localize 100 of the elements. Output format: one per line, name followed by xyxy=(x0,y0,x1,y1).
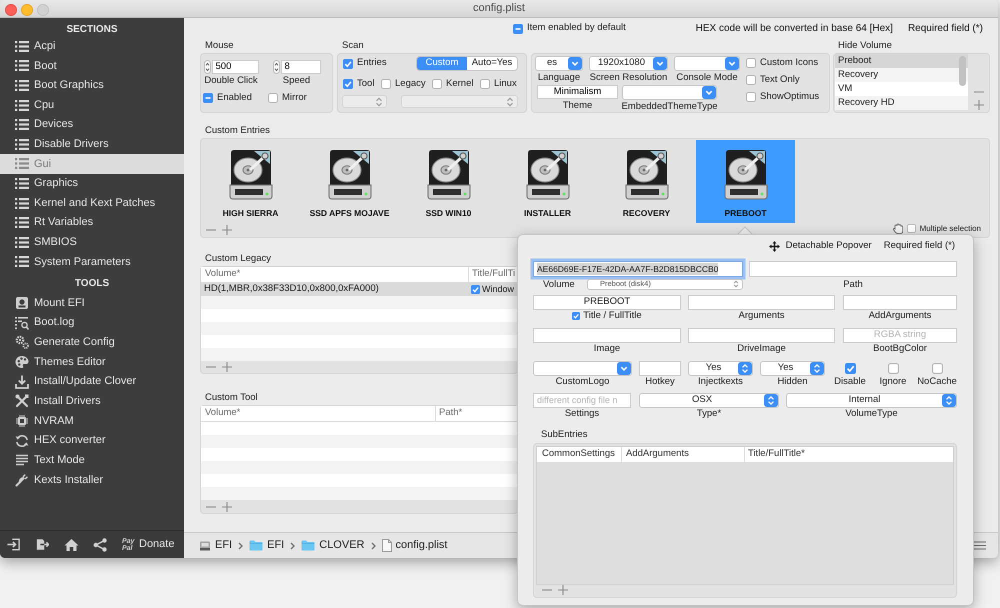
field-label: Double Click xyxy=(204,75,258,86)
sidebar-item[interactable]: Devices xyxy=(0,114,184,134)
sidebar-item[interactable]: HEX converter xyxy=(0,430,184,450)
text-field[interactable] xyxy=(749,261,957,277)
sidebar-item[interactable]: Boot xyxy=(0,56,184,76)
sidebar-item[interactable]: Graphics xyxy=(0,174,184,194)
text-field[interactable]: 8 xyxy=(280,60,320,74)
checkbox[interactable] xyxy=(746,58,756,68)
text-field[interactable]: 500 xyxy=(212,60,258,74)
dropdown[interactable]: OSX xyxy=(639,393,779,408)
list-icon xyxy=(15,80,29,91)
checkbox[interactable] xyxy=(844,363,856,374)
drive-tile[interactable]: HIGH SIERRA xyxy=(201,140,300,223)
sidebar-item[interactable]: Acpi xyxy=(0,36,184,56)
plus-icon[interactable] xyxy=(222,362,232,372)
import-icon[interactable] xyxy=(7,538,20,551)
sidebar-item[interactable]: Disable Drivers xyxy=(0,134,184,154)
dropdown[interactable]: es xyxy=(535,56,583,71)
scrollbar[interactable] xyxy=(959,56,966,86)
drive-tile[interactable]: SSD WIN10 xyxy=(399,140,498,223)
dropdown[interactable] xyxy=(533,361,632,376)
share-icon[interactable] xyxy=(93,538,107,552)
path-item[interactable]: EFI xyxy=(249,537,284,554)
path-item[interactable]: CLOVER xyxy=(301,537,364,554)
checkbox[interactable] xyxy=(203,93,213,104)
checkbox[interactable] xyxy=(471,285,480,294)
drive-tile[interactable]: RECOVERY xyxy=(597,140,696,223)
dropdown[interactable]: Yes xyxy=(760,361,825,376)
dropdown[interactable]: Internal xyxy=(786,393,957,408)
hard-drive-icon xyxy=(326,147,372,200)
plus-icon[interactable] xyxy=(222,225,232,235)
popover-text: Detachable Popover xyxy=(786,239,872,254)
sidebar-item[interactable]: Themes Editor xyxy=(0,352,184,372)
dropdown[interactable] xyxy=(674,56,740,71)
plus-icon[interactable] xyxy=(222,502,232,512)
drive-tile[interactable]: SSD APFS MOJAVE xyxy=(300,140,399,223)
path-item[interactable]: config.plist xyxy=(382,537,448,554)
sidebar-item[interactable]: Cpu xyxy=(0,95,184,115)
sidebar-item[interactable]: Boot.log xyxy=(0,312,184,332)
text-field[interactable]: PREBOOT xyxy=(533,295,681,310)
text-field[interactable]: Minimalism xyxy=(537,85,618,99)
sidebar-item[interactable]: Kexts Installer xyxy=(0,470,184,490)
sidebar-item[interactable]: Generate Config xyxy=(0,332,184,352)
checkbox[interactable] xyxy=(906,224,916,233)
checkbox[interactable] xyxy=(746,75,756,85)
text-field[interactable] xyxy=(639,361,681,376)
dropdown[interactable]: Yes xyxy=(688,361,753,376)
menu-lines-icon[interactable] xyxy=(974,541,986,550)
list-item[interactable]: Recovery HD xyxy=(835,96,968,110)
sidebar-item[interactable]: Boot Graphics xyxy=(0,76,184,96)
plus-icon[interactable] xyxy=(558,585,568,595)
sidebar-item[interactable]: Install Drivers xyxy=(0,391,184,412)
dropdown[interactable]: 1920x1080 xyxy=(589,56,668,71)
move-icon[interactable] xyxy=(768,241,780,252)
minimize-icon[interactable] xyxy=(21,4,33,16)
dropdown[interactable] xyxy=(622,85,717,100)
table-row[interactable]: HD(1,MBR,0x38F33D10,0x800,0xFA000) Window xyxy=(201,283,517,296)
checkbox[interactable] xyxy=(268,93,278,104)
checkbox[interactable] xyxy=(343,79,353,90)
text-field[interactable]: AE66D69E-F17E-42DA-AA7F-B2D815DBCCB0 xyxy=(533,261,743,277)
stepper-icon[interactable] xyxy=(272,60,280,74)
group-title: Custom Tool xyxy=(205,390,258,405)
export-icon[interactable] xyxy=(36,538,49,551)
checkbox[interactable] xyxy=(746,92,756,102)
close-icon[interactable] xyxy=(5,4,17,16)
sidebar-item[interactable]: NVRAM xyxy=(0,411,184,431)
checkbox[interactable] xyxy=(513,24,523,34)
zoom-icon[interactable] xyxy=(37,4,49,16)
list-item[interactable]: Recovery xyxy=(835,68,968,82)
sidebar-item[interactable]: Kernel and Kext Patches xyxy=(0,193,184,213)
drive-tile[interactable]: PREBOOT xyxy=(696,140,795,223)
sidebar-item[interactable]: Mount EFI xyxy=(0,293,184,313)
checkbox[interactable] xyxy=(381,79,391,90)
checkbox[interactable] xyxy=(480,79,490,90)
stepper-icon[interactable] xyxy=(204,60,210,74)
checkbox[interactable] xyxy=(432,79,442,90)
home-icon[interactable] xyxy=(64,538,79,552)
path-item[interactable]: EFI xyxy=(199,537,232,554)
list-item[interactable]: Preboot xyxy=(835,54,968,68)
text-field[interactable] xyxy=(843,295,957,310)
donate-button[interactable]: Donate xyxy=(139,536,174,553)
field-label: Hotkey xyxy=(645,376,675,387)
drive-icon xyxy=(199,540,211,552)
chevron-down-icon xyxy=(653,57,667,70)
sidebar-item[interactable]: System Parameters xyxy=(0,252,184,272)
text-field[interactable] xyxy=(688,295,835,310)
checkbox[interactable] xyxy=(888,363,898,374)
text-field[interactable] xyxy=(688,328,835,343)
checkbox[interactable] xyxy=(932,363,942,374)
document-icon xyxy=(382,539,392,552)
section-heading: SECTIONS xyxy=(66,24,118,36)
text-field[interactable] xyxy=(533,328,681,343)
list-icon xyxy=(15,40,29,52)
sidebar-item[interactable]: Install/Update Clover xyxy=(0,372,184,392)
drive-tile[interactable]: INSTALLER xyxy=(498,140,597,223)
sidebar-item[interactable]: Text Mode xyxy=(0,450,184,470)
plus-icon[interactable] xyxy=(974,100,984,110)
sidebar-item[interactable]: Rt Variables xyxy=(0,212,184,232)
sidebar-item[interactable]: SMBIOS xyxy=(0,232,184,252)
checkbox[interactable] xyxy=(343,58,353,68)
